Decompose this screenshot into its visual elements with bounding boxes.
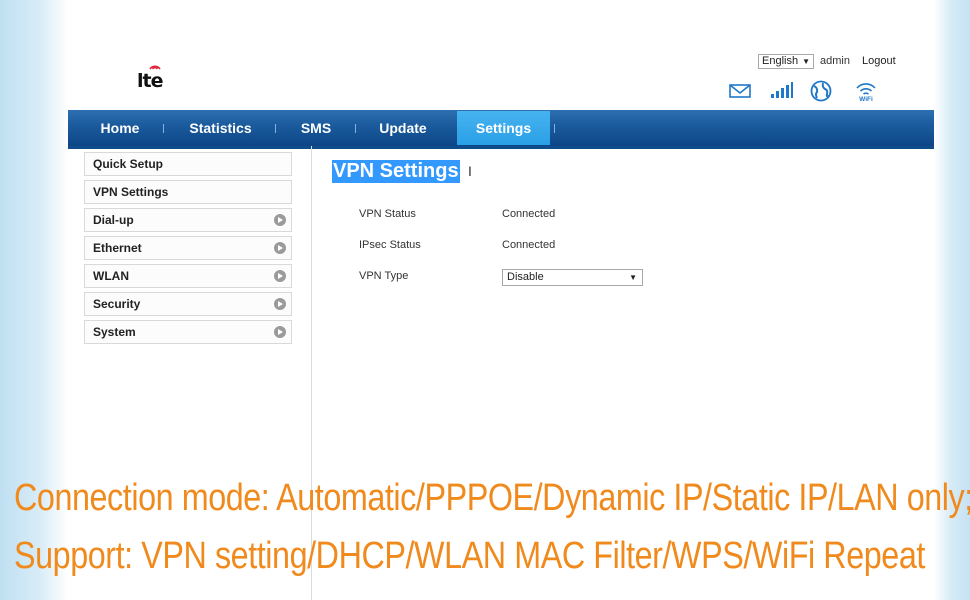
nav-separator xyxy=(554,124,555,133)
ipsec-status-value: Connected xyxy=(502,239,556,251)
logo-signal-arc-icon xyxy=(149,65,161,70)
expand-arrow-icon xyxy=(274,214,286,226)
expand-arrow-icon xyxy=(274,242,286,254)
language-value: English xyxy=(762,55,799,67)
wifi-icon: WiFi xyxy=(856,83,876,102)
sidebar-item-security[interactable]: Security xyxy=(84,292,292,316)
nav-separator xyxy=(355,124,356,133)
main-nav: Home Statistics SMS Update Settings xyxy=(68,110,934,149)
vpn-type-value: Disable xyxy=(507,271,544,283)
sidebar-item-system[interactable]: System xyxy=(84,320,292,344)
vpn-status-label: VPN Status xyxy=(359,208,416,220)
sidebar-item-label: WLAN xyxy=(93,269,129,283)
sidebar-item-ethernet[interactable]: Ethernet xyxy=(84,236,292,260)
username-label: admin xyxy=(820,55,850,67)
expand-arrow-icon xyxy=(274,326,286,338)
chevron-down-icon: ▼ xyxy=(802,57,810,66)
sidebar-item-dial-up[interactable]: Dial-up xyxy=(84,208,292,232)
nav-settings[interactable]: Settings xyxy=(457,111,550,145)
sidebar-item-vpn-settings[interactable]: VPN Settings xyxy=(84,180,292,204)
sidebar-item-wlan[interactable]: WLAN xyxy=(84,264,292,288)
logo-text: lte xyxy=(137,70,164,92)
language-select[interactable]: English ▼ xyxy=(758,54,814,69)
nav-statistics[interactable]: Statistics xyxy=(178,110,263,146)
sidebar-item-label: Ethernet xyxy=(93,241,142,255)
vpn-type-label: VPN Type xyxy=(359,270,409,282)
nav-separator xyxy=(163,124,164,133)
svg-text:WiFi: WiFi xyxy=(859,96,873,102)
sidebar-item-label: Dial-up xyxy=(93,213,134,227)
promo-line-support: Support: VPN setting/DHCP/WLAN MAC Filte… xyxy=(14,535,925,577)
logout-link[interactable]: Logout xyxy=(862,55,896,67)
mail-icon[interactable] xyxy=(729,80,751,102)
vpn-status-value: Connected xyxy=(502,208,556,220)
nav-sms[interactable]: SMS xyxy=(290,110,342,146)
sidebar-divider xyxy=(311,146,312,600)
ipsec-status-label: IPsec Status xyxy=(359,239,421,251)
nav-separator xyxy=(275,124,276,133)
nav-update[interactable]: Update xyxy=(368,110,438,146)
signal-icon xyxy=(771,82,793,98)
sidebar-item-label: Quick Setup xyxy=(93,157,164,171)
chevron-down-icon: ▼ xyxy=(629,273,637,282)
vpn-type-select[interactable]: Disable ▼ xyxy=(502,269,643,286)
expand-arrow-icon xyxy=(274,298,286,310)
text-cursor-icon: I xyxy=(468,163,472,179)
globe-icon xyxy=(810,80,832,102)
promo-line-connection-mode: Connection mode: Automatic/PPPOE/Dynamic… xyxy=(14,477,970,519)
nav-home[interactable]: Home xyxy=(88,110,152,146)
sidebar-item-label: VPN Settings xyxy=(93,185,169,199)
sidebar-item-quick-setup[interactable]: Quick Setup xyxy=(84,152,292,176)
expand-arrow-icon xyxy=(274,270,286,282)
sidebar-item-label: System xyxy=(93,325,136,339)
page-title: VPN Settings xyxy=(332,160,460,183)
sidebar-item-label: Security xyxy=(93,297,141,311)
